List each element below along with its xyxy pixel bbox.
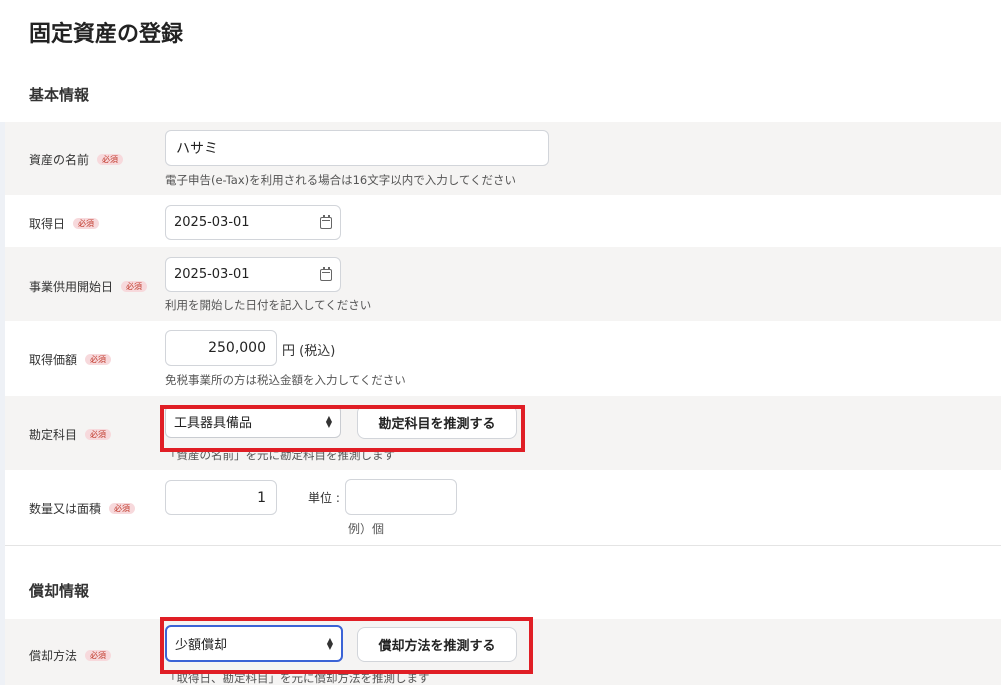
required-badge: 必須 [85, 429, 112, 440]
section-divider [5, 545, 1001, 546]
service-start-date-value: 2025-03-01 [174, 267, 250, 282]
acquisition-price-label: 取得価額 必須 [29, 351, 112, 368]
row-acquisition-date: 取得日 必須 [5, 195, 1001, 247]
required-badge: 必須 [97, 154, 124, 165]
section-title-depreciation: 償却情報 [29, 582, 90, 600]
unit-label: 単位 : [308, 491, 340, 505]
required-badge: 必須 [85, 354, 112, 365]
service-start-date-label-text: 事業供用開始日 [29, 280, 114, 294]
asset-name-input[interactable]: ハサミ [165, 130, 549, 166]
acquisition-date-label-text: 取得日 [29, 217, 66, 231]
calendar-icon[interactable] [320, 266, 332, 281]
acquisition-date-value: 2025-03-01 [174, 215, 250, 230]
fixed-asset-registration-page: 固定資産の登録 基本情報 資産の名前 必須 ハサミ 電子申告(e-Tax)を利用… [0, 0, 1001, 685]
asset-name-label-text: 資産の名前 [29, 153, 90, 167]
page-title: 固定資産の登録 [29, 22, 184, 47]
account-label: 勘定科目 必須 [29, 426, 112, 443]
account-label-text: 勘定科目 [29, 428, 78, 442]
calendar-icon[interactable] [320, 214, 332, 229]
required-badge: 必須 [121, 281, 148, 292]
unit-input[interactable] [345, 479, 457, 515]
acquisition-price-unit: 円 (税込) [282, 344, 336, 359]
depreciation-method-label-text: 償却方法 [29, 649, 78, 663]
acquisition-date-input[interactable]: 2025-03-01 [165, 205, 341, 240]
service-start-date-label: 事業供用開始日 必須 [29, 278, 148, 295]
row-acquisition-price: 取得価額 必須 [5, 321, 1001, 396]
quantity-label: 数量又は面積 必須 [29, 500, 136, 517]
required-badge: 必須 [73, 218, 100, 229]
required-badge: 必須 [109, 503, 136, 514]
highlight-box-depreciation-method [160, 617, 533, 674]
row-quantity: 数量又は面積 必須 [5, 470, 1001, 546]
asset-name-label: 資産の名前 必須 [29, 151, 124, 168]
required-badge: 必須 [85, 650, 112, 661]
service-start-date-help: 利用を開始した日付を記入してください [165, 298, 372, 312]
quantity-label-text: 数量又は面積 [29, 502, 102, 516]
quantity-input[interactable]: 1 [165, 480, 277, 515]
asset-name-help: 電子申告(e-Tax)を利用される場合は16文字以内で入力してください [165, 173, 517, 187]
unit-help: 例）個 [348, 522, 385, 536]
depreciation-method-label: 償却方法 必須 [29, 647, 112, 664]
acquisition-price-label-text: 取得価額 [29, 353, 78, 367]
acquisition-price-input[interactable]: 250,000 [165, 330, 277, 366]
row-service-start-date: 事業供用開始日 必須 [5, 247, 1001, 321]
highlight-box-account [160, 405, 525, 452]
section-title-basic: 基本情報 [29, 86, 90, 104]
acquisition-price-help: 免税事業所の方は税込金額を入力してください [165, 373, 406, 387]
acquisition-date-label: 取得日 必須 [29, 215, 100, 232]
service-start-date-input[interactable]: 2025-03-01 [165, 257, 341, 292]
